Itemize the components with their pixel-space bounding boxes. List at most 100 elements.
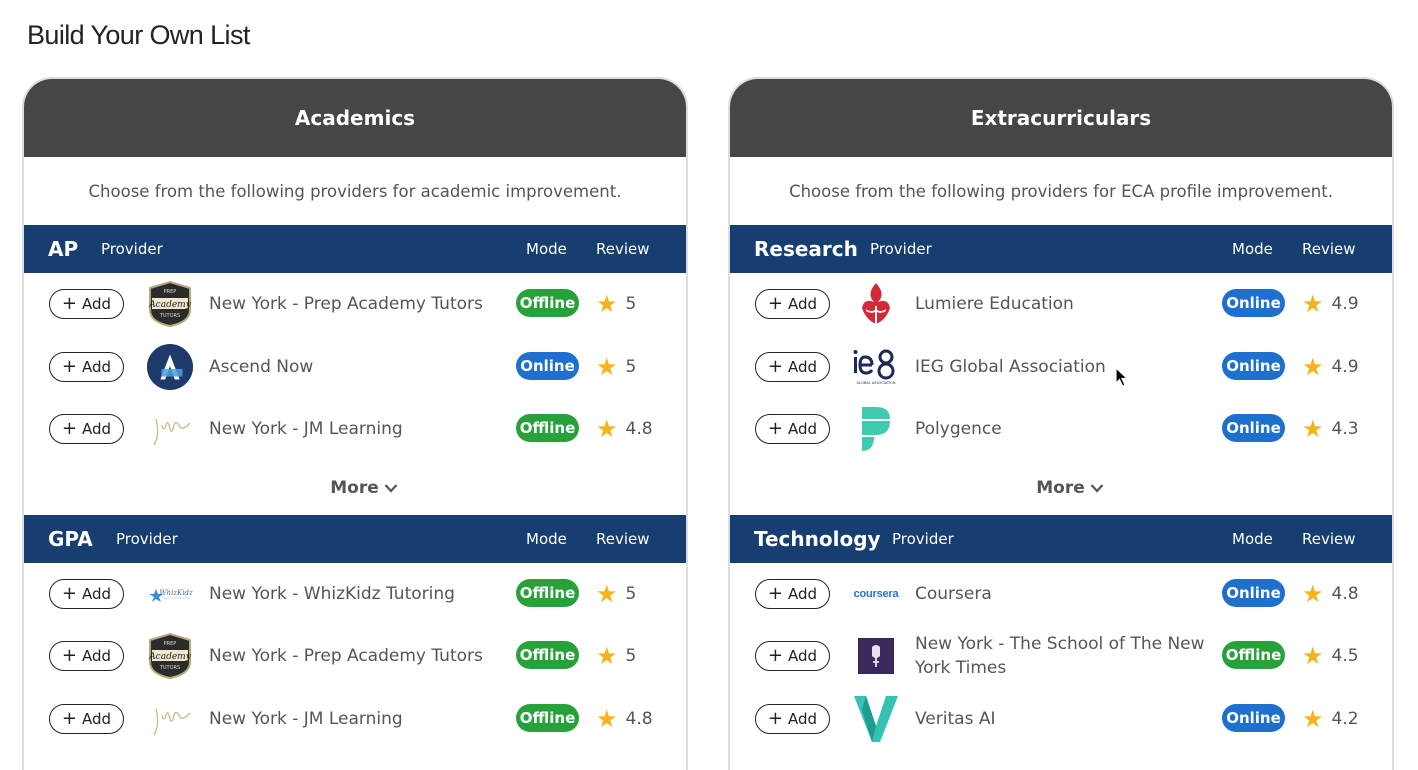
- provider-name: New York - JM Learning: [209, 419, 403, 439]
- star-icon: ★: [596, 579, 618, 608]
- star-icon: ★: [1302, 704, 1324, 733]
- nyt-school-logo: [852, 632, 900, 680]
- page-title: Build Your Own List: [27, 20, 250, 50]
- whizkidz-logo: WhizKidz: [146, 570, 194, 618]
- mode-badge: Online: [1222, 351, 1285, 380]
- star-icon: ★: [596, 415, 618, 443]
- add-button[interactable]: + Add: [755, 414, 830, 444]
- mode-badge: Offline: [516, 703, 579, 732]
- provider-row: + Add Veritas AI Online ★ 4.2: [730, 688, 1392, 751]
- star-icon: ★: [1302, 579, 1324, 608]
- category-name: AP: [48, 237, 79, 261]
- academics-panel: Academics Choose from the following prov…: [22, 77, 688, 770]
- provider-name: Veritas AI: [915, 708, 996, 729]
- mode-badge: Offline: [516, 641, 579, 669]
- mode-badge: Offline: [1222, 641, 1285, 669]
- category-header-gpa: GPA Provider Mode Review: [24, 514, 686, 563]
- category-name: GPA: [48, 526, 93, 551]
- column-provider: Provider: [870, 240, 932, 258]
- svg-text:Academy: Academy: [148, 652, 192, 662]
- provider-list: + Add Lumiere Education Online ★ 4.9 + Add: [730, 273, 1392, 461]
- review-rating: ★ 5: [596, 290, 637, 318]
- add-button[interactable]: + Add: [49, 703, 124, 734]
- review-rating: ★ 5: [596, 352, 637, 381]
- provider-name: New York - The School of The New York Ti…: [915, 634, 1205, 678]
- academics-panel-header: Academics: [24, 79, 686, 157]
- more-button[interactable]: More: [730, 461, 1392, 515]
- provider-row: + Add GLOBAL ASSOCIATION IEG Global Assoc…: [730, 336, 1392, 399]
- add-button[interactable]: + Add: [755, 641, 830, 671]
- veritas-ai-logo: [852, 695, 900, 743]
- mode-badge: Online: [1222, 289, 1285, 317]
- panel-description: Choose from the following providers for …: [88, 181, 622, 201]
- star-icon: ★: [596, 352, 618, 381]
- column-provider: Provider: [892, 529, 954, 548]
- column-mode: Mode: [526, 529, 567, 548]
- column-review: Review: [1302, 240, 1356, 258]
- star-icon: ★: [1302, 290, 1324, 318]
- star-icon: ★: [596, 704, 618, 733]
- provider-row: + Add New York - The School of The New Yo…: [730, 625, 1392, 688]
- ascend-now-logo: [146, 343, 194, 391]
- mouse-cursor-icon: [1115, 367, 1129, 387]
- mode-badge: Offline: [516, 289, 579, 317]
- column-provider: Provider: [101, 240, 163, 258]
- star-icon: ★: [596, 642, 618, 670]
- review-rating: ★ 4.8: [1302, 579, 1359, 608]
- provider-name: Lumiere Education: [915, 294, 1074, 314]
- provider-name: New York - Prep Academy Tutors: [209, 294, 483, 314]
- provider-list: + Add coursera Coursera Online ★ 4.8 + Add …: [730, 563, 1392, 751]
- mode-badge: Offline: [516, 414, 579, 442]
- star-icon: ★: [1302, 415, 1324, 443]
- add-button[interactable]: + Add: [755, 703, 830, 734]
- add-button[interactable]: + Add: [755, 289, 830, 319]
- column-review: Review: [596, 529, 650, 548]
- star-icon: ★: [596, 290, 618, 318]
- provider-name: New York - WhizKidz Tutoring: [209, 583, 455, 604]
- provider-row: + Add Academy PREP TUTORS New York - Prep…: [24, 273, 686, 336]
- category-header-technology: Technology Provider Mode Review: [730, 514, 1392, 563]
- provider-list: + Add Academy PREP TUTORS New York - Prep…: [24, 273, 686, 461]
- add-button[interactable]: + Add: [49, 351, 124, 382]
- mode-badge: Offline: [516, 578, 579, 607]
- more-button[interactable]: More: [24, 461, 686, 515]
- extracurriculars-panel-header: Extracurriculars: [730, 79, 1392, 157]
- coursera-logo: coursera: [853, 587, 899, 600]
- review-rating: ★ 4.9: [1302, 352, 1359, 381]
- prep-academy-logo: Academy PREP TUTORS: [146, 632, 194, 680]
- review-rating: ★ 4.9: [1302, 290, 1359, 318]
- panel-title: Extracurriculars: [970, 106, 1152, 130]
- provider-list: + Add WhizKidz New York - WhizKidz Tutori…: [24, 563, 686, 751]
- add-button[interactable]: + Add: [49, 289, 124, 319]
- provider-row: + Add WhizKidz New York - WhizKidz Tutori…: [24, 563, 686, 626]
- review-rating: ★ 4.5: [1302, 642, 1359, 670]
- column-review: Review: [596, 240, 650, 258]
- provider-name: New York - Prep Academy Tutors: [209, 646, 483, 666]
- add-button[interactable]: + Add: [49, 414, 124, 444]
- category-header-ap: AP Provider Mode Review: [24, 225, 686, 273]
- panel-title: Academics: [294, 106, 416, 130]
- column-mode: Mode: [1232, 240, 1273, 258]
- provider-row: + Add Lumiere Education Online ★ 4.9: [730, 273, 1392, 336]
- svg-text:GLOBAL ASSOCIATION: GLOBAL ASSOCIATION: [857, 381, 896, 385]
- add-button[interactable]: + Add: [755, 351, 830, 382]
- provider-row: + Add New York - JM Learning Offline ★ 4.8: [24, 398, 686, 461]
- svg-text:PREP: PREP: [164, 641, 177, 647]
- category-header-research: Research Provider Mode Review: [730, 225, 1392, 273]
- add-button[interactable]: + Add: [49, 641, 124, 671]
- review-rating: ★ 5: [596, 579, 637, 608]
- svg-text:TUTORS: TUTORS: [159, 665, 180, 671]
- ieg-logo: GLOBAL ASSOCIATION: [852, 343, 900, 391]
- provider-row: + Add Polygence Online ★ 4.3: [730, 398, 1392, 461]
- provider-row: + Add Ascend Now Online ★ 5: [24, 336, 686, 399]
- mode-badge: Online: [1222, 578, 1285, 607]
- prep-academy-logo: Academy PREP TUTORS: [146, 280, 194, 328]
- star-icon: ★: [1302, 642, 1324, 670]
- review-rating: ★ 5: [596, 642, 637, 670]
- provider-row: + Add New York - JM Learning Offline ★ 4.8: [24, 688, 686, 751]
- provider-row: + Add Academy PREP TUTORS New York - Prep…: [24, 625, 686, 688]
- add-button[interactable]: + Add: [755, 578, 830, 609]
- chevron-down-icon: [384, 483, 398, 493]
- add-button[interactable]: + Add: [49, 578, 124, 609]
- jm-learning-logo: [146, 405, 194, 453]
